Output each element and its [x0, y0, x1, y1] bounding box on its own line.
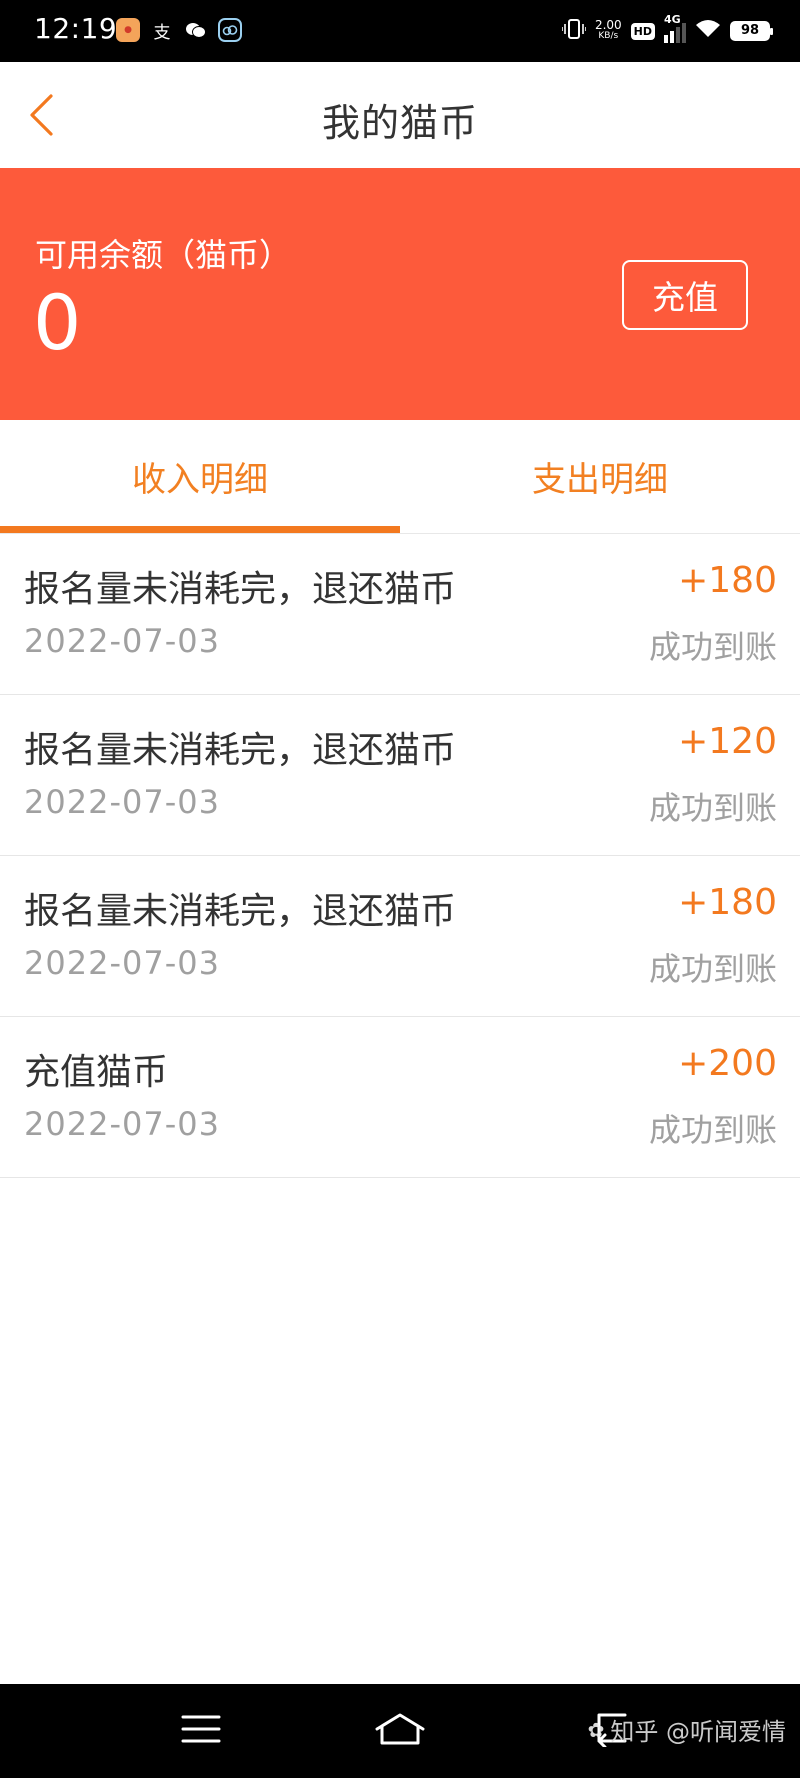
record-amount: +180 [678, 882, 777, 923]
balance-banner: 可用余额（猫币） 0 充值 [0, 168, 800, 420]
nav-menu-button[interactable] [166, 1704, 236, 1754]
list-item[interactable]: 报名量未消耗完，退还猫币 2022-07-03 +180 成功到账 [0, 534, 800, 695]
record-title: 报名量未消耗完，退还猫币 [24, 891, 457, 932]
records-list: 报名量未消耗完，退还猫币 2022-07-03 +180 成功到账 报名量未消耗… [0, 534, 800, 1178]
record-amount: +120 [678, 721, 777, 762]
record-status: 成功到账 [648, 789, 777, 827]
status-app-icons: ● 支 [116, 18, 242, 43]
alipay-icon: 支 [153, 22, 171, 43]
hd-badge: HD [630, 22, 655, 40]
network-speed-value: 2.00 [594, 18, 622, 32]
battery-icon: 98 [730, 21, 773, 41]
record-status: 成功到账 [648, 950, 777, 988]
list-item[interactable]: 充值猫币 2022-07-03 +200 成功到账 [0, 1017, 800, 1178]
taobao-icon: ● [116, 18, 140, 42]
balance-value: 0 [33, 278, 82, 367]
status-time: 12:19 [34, 12, 118, 45]
paw-icon: ✿ [587, 1717, 605, 1742]
tab-income-details[interactable]: 收入明细 [0, 420, 400, 533]
status-bar: 12:19 ● 支 2.00 KB/s HD 4G 98 [0, 0, 800, 62]
record-amount: +200 [678, 1043, 777, 1084]
cloud-app-icon [218, 18, 242, 42]
record-status: 成功到账 [648, 1111, 777, 1149]
menu-icon [181, 1715, 221, 1743]
record-title: 充值猫币 [24, 1052, 169, 1093]
balance-label: 可用余额（猫币） [35, 236, 292, 274]
wifi-icon [695, 19, 721, 44]
record-date: 2022-07-03 [24, 622, 220, 660]
record-date: 2022-07-03 [24, 944, 220, 982]
page-title: 我的猫币 [321, 101, 478, 145]
tab-expense-details[interactable]: 支出明细 [400, 420, 800, 533]
record-date: 2022-07-03 [24, 1105, 220, 1143]
record-date: 2022-07-03 [24, 783, 220, 821]
header: 我的猫币 [0, 62, 800, 168]
system-nav-bar: ✿ 知乎 @听闻爱情 [0, 1684, 800, 1778]
watermark: ✿ 知乎 @听闻爱情 [588, 1712, 786, 1747]
record-title: 报名量未消耗完，退还猫币 [24, 730, 457, 771]
tab-bar: 收入明细 支出明细 [0, 420, 800, 534]
wechat-icon [184, 18, 208, 42]
status-indicators: 2.00 KB/s HD 4G 98 [561, 13, 773, 46]
network-speed-unit: KB/s [598, 31, 619, 41]
vibrate-icon [561, 18, 587, 45]
record-amount: +180 [678, 560, 777, 601]
cellular-signal-icon: 4G [664, 13, 686, 43]
watermark-text: 知乎 @听闻爱情 [610, 1718, 786, 1746]
nav-home-button[interactable] [365, 1704, 435, 1754]
record-title: 报名量未消耗完，退还猫币 [24, 569, 457, 610]
recharge-button[interactable]: 充值 [622, 260, 748, 330]
list-item[interactable]: 报名量未消耗完，退还猫币 2022-07-03 +120 成功到账 [0, 695, 800, 856]
list-item[interactable]: 报名量未消耗完，退还猫币 2022-07-03 +180 成功到账 [0, 856, 800, 1017]
record-status: 成功到账 [648, 628, 777, 666]
network-speed: 2.00 KB/s [594, 18, 622, 42]
network-type: 4G [664, 13, 681, 26]
home-icon [375, 1713, 425, 1745]
